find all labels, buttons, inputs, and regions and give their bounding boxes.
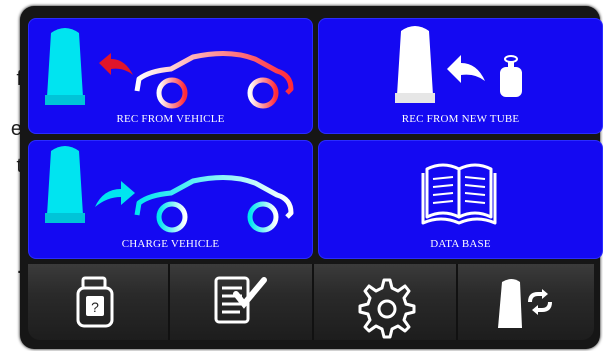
car-icon	[134, 175, 294, 233]
recover-arrow-icon	[447, 55, 485, 83]
svg-text:?: ?	[91, 299, 99, 315]
side-text-2: e	[10, 118, 22, 140]
recovery-machine-icon	[45, 146, 85, 223]
charge-vehicle-button[interactable]: CHARGE VEHICLE	[28, 140, 313, 259]
charge-vehicle-label: CHARGE VEHICLE	[121, 238, 220, 250]
open-book-icon	[421, 163, 497, 225]
settings-gear-icon	[358, 278, 416, 339]
checklist-icon	[214, 276, 267, 324]
car-icon	[134, 51, 294, 109]
rec-from-new-tube-button[interactable]: REC FROM NEW TUBE	[318, 18, 603, 134]
checklist-button[interactable]	[170, 264, 310, 340]
side-text-3: t	[0, 155, 22, 178]
machine-swap-button[interactable]	[458, 264, 598, 340]
rec-from-vehicle-button[interactable]: REC FROM VEHICLE	[28, 18, 313, 134]
bottom-toolbar: ?	[28, 264, 594, 340]
rec-from-new-tube-label: REC FROM NEW TUBE	[401, 113, 520, 125]
data-base-label: DATA BASE	[430, 238, 491, 250]
charge-arrow-icon	[95, 181, 135, 207]
data-base-button[interactable]: DATA BASE	[318, 140, 603, 259]
settings-button[interactable]	[314, 264, 454, 340]
recovery-machine-icon	[45, 28, 85, 105]
machine-swap-icon	[498, 279, 552, 328]
new-tube-icon	[500, 55, 522, 97]
side-text-4: .	[0, 256, 22, 279]
refrigerant-tank-icon: ?	[76, 276, 114, 328]
recover-arrow-icon	[99, 53, 133, 75]
side-text-1: f	[0, 68, 22, 91]
recovery-machine-icon	[395, 26, 435, 103]
rec-from-vehicle-label: REC FROM VEHICLE	[116, 113, 225, 125]
refrigerant-tank-button[interactable]: ?	[28, 264, 168, 340]
